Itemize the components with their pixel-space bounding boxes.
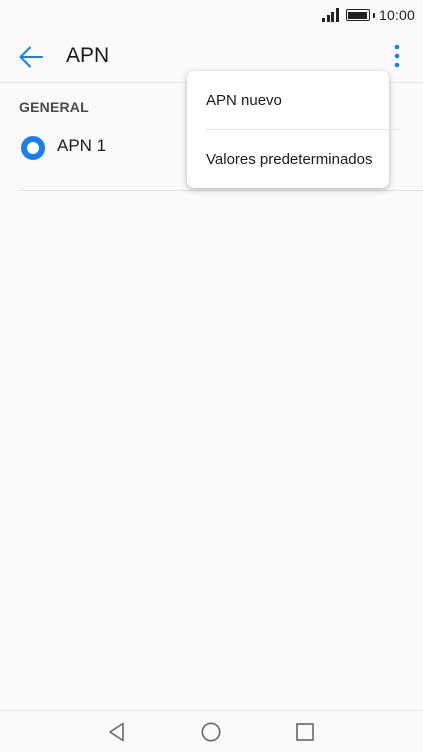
nav-home-button[interactable] bbox=[200, 721, 222, 743]
more-options-button[interactable] bbox=[384, 40, 410, 72]
signal-icon bbox=[321, 8, 339, 22]
square-recent-icon bbox=[296, 723, 314, 741]
list-divider bbox=[19, 190, 423, 191]
more-vert-icon bbox=[394, 44, 400, 68]
battery-icon bbox=[345, 9, 370, 21]
nav-recent-button[interactable] bbox=[294, 721, 316, 743]
apn-label: APN 1 bbox=[57, 136, 107, 155]
status-bar: 10:00 bbox=[0, 0, 423, 30]
battery-tip bbox=[372, 12, 375, 18]
page-title: APN bbox=[66, 44, 110, 67]
back-button[interactable] bbox=[16, 42, 46, 72]
menu-item-new-apn[interactable]: APN nuevo bbox=[187, 71, 389, 129]
arrow-back-icon bbox=[19, 46, 43, 68]
menu-item-reset-defaults[interactable]: Valores predeterminados bbox=[187, 130, 389, 188]
nav-back-button[interactable] bbox=[106, 721, 128, 743]
status-icons: 10:00 bbox=[321, 7, 415, 23]
menu-item-label: Valores predeterminados bbox=[206, 151, 373, 168]
triangle-back-icon bbox=[109, 722, 124, 742]
status-time: 10:00 bbox=[378, 7, 415, 23]
navigation-bar bbox=[0, 710, 423, 752]
apn-radio-selected[interactable] bbox=[21, 136, 45, 160]
section-header-general: GENERAL bbox=[19, 99, 89, 115]
overflow-menu: APN nuevo Valores predeterminados bbox=[187, 71, 398, 188]
circle-home-icon bbox=[201, 722, 221, 742]
menu-item-label: APN nuevo bbox=[206, 92, 282, 109]
